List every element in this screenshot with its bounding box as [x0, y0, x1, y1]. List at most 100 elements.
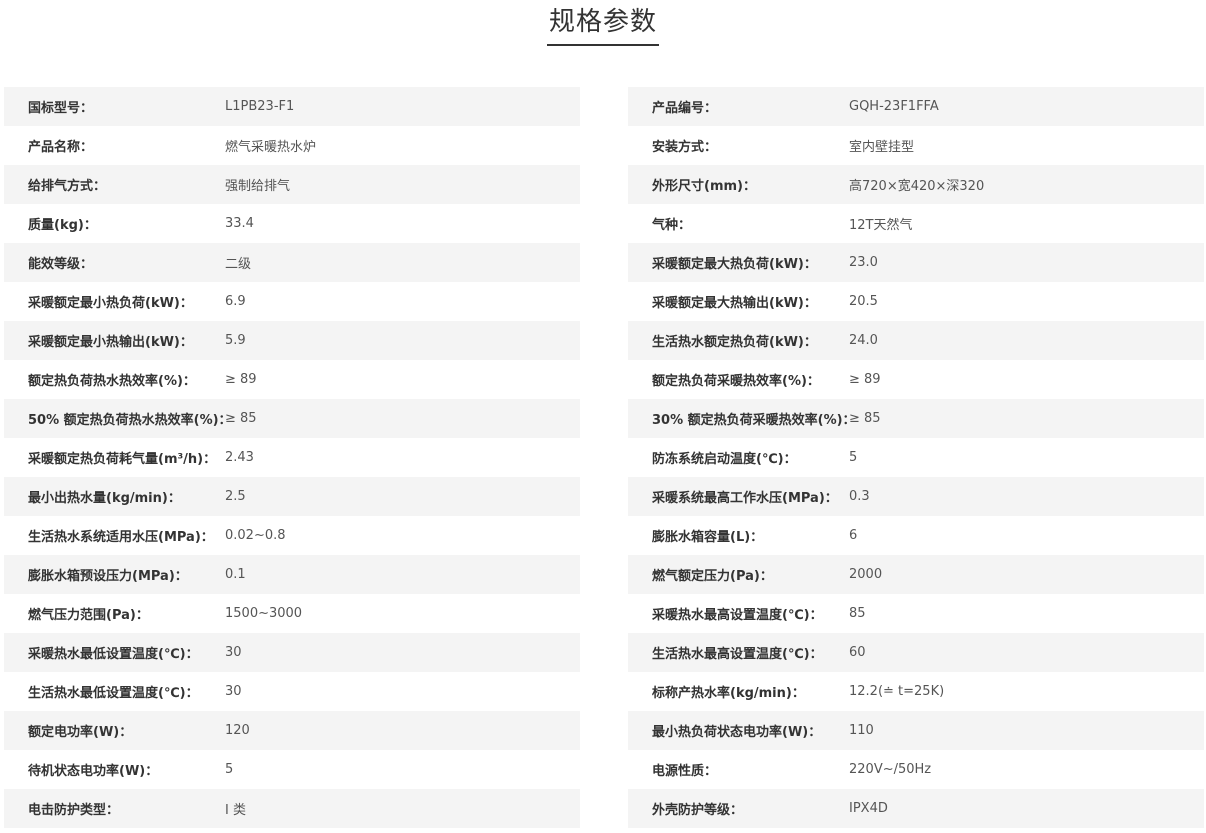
- spec-label: 电击防护类型：: [28, 803, 120, 818]
- spec-label: 气种：: [652, 218, 692, 233]
- page-title: 规格参数: [546, 6, 659, 46]
- spec-value: 120: [225, 723, 250, 738]
- spec-row: 质量(kg)： 33.4: [4, 204, 580, 243]
- spec-label: 电源性质：: [652, 764, 718, 779]
- spec-label: 防冻系统启动温度(℃)：: [652, 452, 797, 467]
- spec-value: 20.5: [849, 294, 878, 309]
- spec-value: 60: [849, 645, 866, 660]
- spec-row: 外壳防护等级： IPX4D: [628, 789, 1204, 828]
- spec-label: 生活热水最高设置温度(℃)：: [652, 647, 823, 662]
- spec-row: 生活热水额定热负荷(kW)： 24.0: [628, 321, 1204, 360]
- spec-value: 5: [225, 762, 234, 777]
- spec-label: 最小热负荷状态电功率(W)：: [652, 725, 822, 740]
- spec-row: 电击防护类型： I 类: [4, 789, 580, 828]
- spec-row: 采暖系统最高工作水压(MPa)： 0.3: [628, 477, 1204, 516]
- spec-row: 采暖热水最低设置温度(℃)： 30: [4, 633, 580, 672]
- spec-column-left: 国标型号： L1PB23-F1 产品名称： 燃气采暖热水炉 给排气方式： 强制给排气 质量(…: [4, 87, 580, 828]
- spec-row: 额定热负荷采暖热效率(%)： ≥ 89: [628, 360, 1204, 399]
- spec-label: 50% 额定热负荷热水热效率(%)：: [28, 413, 232, 428]
- spec-label: 额定热负荷热水热效率(%)：: [28, 374, 196, 389]
- spec-label: 额定热负荷采暖热效率(%)：: [652, 374, 820, 389]
- spec-row: 外形尺寸(mm)： 高720×宽420×深320: [628, 165, 1204, 204]
- spec-row: 能效等级： 二级: [4, 243, 580, 282]
- spec-value: 0.02~0.8: [225, 528, 286, 543]
- spec-value: 30: [225, 645, 242, 660]
- spec-label: 质量(kg)：: [28, 218, 97, 233]
- spec-row: 膨胀水箱预设压力(MPa)： 0.1: [4, 555, 580, 594]
- spec-row: 国标型号： L1PB23-F1: [4, 87, 580, 126]
- spec-label: 燃气压力范围(Pa)：: [28, 608, 149, 623]
- spec-row: 气种： 12T天然气: [628, 204, 1204, 243]
- spec-value: 燃气采暖热水炉: [225, 140, 317, 155]
- spec-label: 额定电功率(W)：: [28, 725, 133, 740]
- spec-value: 强制给排气: [225, 179, 291, 194]
- spec-label: 产品名称：: [28, 140, 94, 155]
- spec-row: 产品名称： 燃气采暖热水炉: [4, 126, 580, 165]
- spec-row: 采暖额定热负荷耗气量(m³/h)： 2.43: [4, 438, 580, 477]
- spec-value: 220V~/50Hz: [849, 762, 932, 777]
- spec-value: 110: [849, 723, 874, 738]
- spec-row: 额定电功率(W)： 120: [4, 711, 580, 750]
- spec-label: 最小出热水量(kg/min)：: [28, 491, 181, 506]
- spec-row: 膨胀水箱容量(L)： 6: [628, 516, 1204, 555]
- spec-label: 外形尺寸(mm)：: [652, 179, 756, 194]
- spec-label: 采暖额定最大热负荷(kW)：: [652, 257, 817, 272]
- spec-value: 2.5: [225, 489, 246, 504]
- spec-row: 生活热水系统适用水压(MPa)： 0.02~0.8: [4, 516, 580, 555]
- spec-label: 国标型号：: [28, 101, 94, 116]
- spec-row: 产品编号： GQH-23F1FFA: [628, 87, 1204, 126]
- spec-label: 燃气额定压力(Pa)：: [652, 569, 773, 584]
- spec-value: ≥ 85: [849, 411, 881, 426]
- spec-label: 采暖额定最大热输出(kW)：: [652, 296, 817, 311]
- spec-row: 30% 额定热负荷采暖热效率(%)： ≥ 85: [628, 399, 1204, 438]
- spec-label: 采暖额定最小热负荷(kW)：: [28, 296, 193, 311]
- spec-label: 能效等级：: [28, 257, 94, 272]
- spec-value: 2.43: [225, 450, 254, 465]
- spec-row: 防冻系统启动温度(℃)： 5: [628, 438, 1204, 477]
- spec-label: 30% 额定热负荷采暖热效率(%)：: [652, 413, 856, 428]
- spec-row: 待机状态电功率(W)： 5: [4, 750, 580, 789]
- spec-row: 最小热负荷状态电功率(W)： 110: [628, 711, 1204, 750]
- spec-label: 采暖热水最高设置温度(℃)：: [652, 608, 823, 623]
- spec-value: 23.0: [849, 255, 878, 270]
- spec-row: 电源性质： 220V~/50Hz: [628, 750, 1204, 789]
- spec-row: 采暖额定最小热输出(kW)： 5.9: [4, 321, 580, 360]
- spec-label: 采暖热水最低设置温度(℃)：: [28, 647, 199, 662]
- spec-value: 高720×宽420×深320: [849, 179, 985, 194]
- spec-row: 采暖额定最小热负荷(kW)： 6.9: [4, 282, 580, 321]
- spec-row: 燃气额定压力(Pa)： 2000: [628, 555, 1204, 594]
- spec-value: 室内壁挂型: [849, 140, 915, 155]
- spec-column-right: 产品编号： GQH-23F1FFA 安装方式： 室内壁挂型 外形尺寸(mm)： 高720×…: [628, 87, 1204, 828]
- spec-label: 标称产热水率(kg/min)：: [652, 686, 805, 701]
- spec-value: 24.0: [849, 333, 878, 348]
- spec-value: 6: [849, 528, 858, 543]
- spec-row: 50% 额定热负荷热水热效率(%)： ≥ 85: [4, 399, 580, 438]
- spec-label: 产品编号：: [652, 101, 718, 116]
- spec-value: 0.3: [849, 489, 870, 504]
- spec-row: 采暖额定最大热输出(kW)： 20.5: [628, 282, 1204, 321]
- spec-label: 采暖额定最小热输出(kW)：: [28, 335, 193, 350]
- spec-row: 标称产热水率(kg/min)： 12.2(≐ t=25K): [628, 672, 1204, 711]
- spec-value: 33.4: [225, 216, 254, 231]
- section-header: 规格参数: [0, 0, 1206, 50]
- spec-label: 待机状态电功率(W)：: [28, 764, 159, 779]
- spec-value: 6.9: [225, 294, 246, 309]
- spec-label: 采暖系统最高工作水压(MPa)：: [652, 491, 838, 506]
- spec-value: 12T天然气: [849, 218, 913, 233]
- spec-row: 生活热水最高设置温度(℃)： 60: [628, 633, 1204, 672]
- spec-value: IPX4D: [849, 801, 888, 816]
- spec-value: 85: [849, 606, 866, 621]
- spec-row: 采暖额定最大热负荷(kW)： 23.0: [628, 243, 1204, 282]
- spec-value: 二级: [225, 257, 252, 272]
- spec-row: 额定热负荷热水热效率(%)： ≥ 89: [4, 360, 580, 399]
- spec-row: 生活热水最低设置温度(℃)： 30: [4, 672, 580, 711]
- spec-value: 12.2(≐ t=25K): [849, 684, 945, 699]
- spec-label: 外壳防护等级：: [652, 803, 744, 818]
- spec-value: ≥ 89: [849, 372, 881, 387]
- spec-row: 最小出热水量(kg/min)： 2.5: [4, 477, 580, 516]
- spec-value: 5.9: [225, 333, 246, 348]
- spec-value: 30: [225, 684, 242, 699]
- spec-value: GQH-23F1FFA: [849, 99, 939, 114]
- spec-label: 膨胀水箱预设压力(MPa)：: [28, 569, 188, 584]
- spec-label: 生活热水最低设置温度(℃)：: [28, 686, 199, 701]
